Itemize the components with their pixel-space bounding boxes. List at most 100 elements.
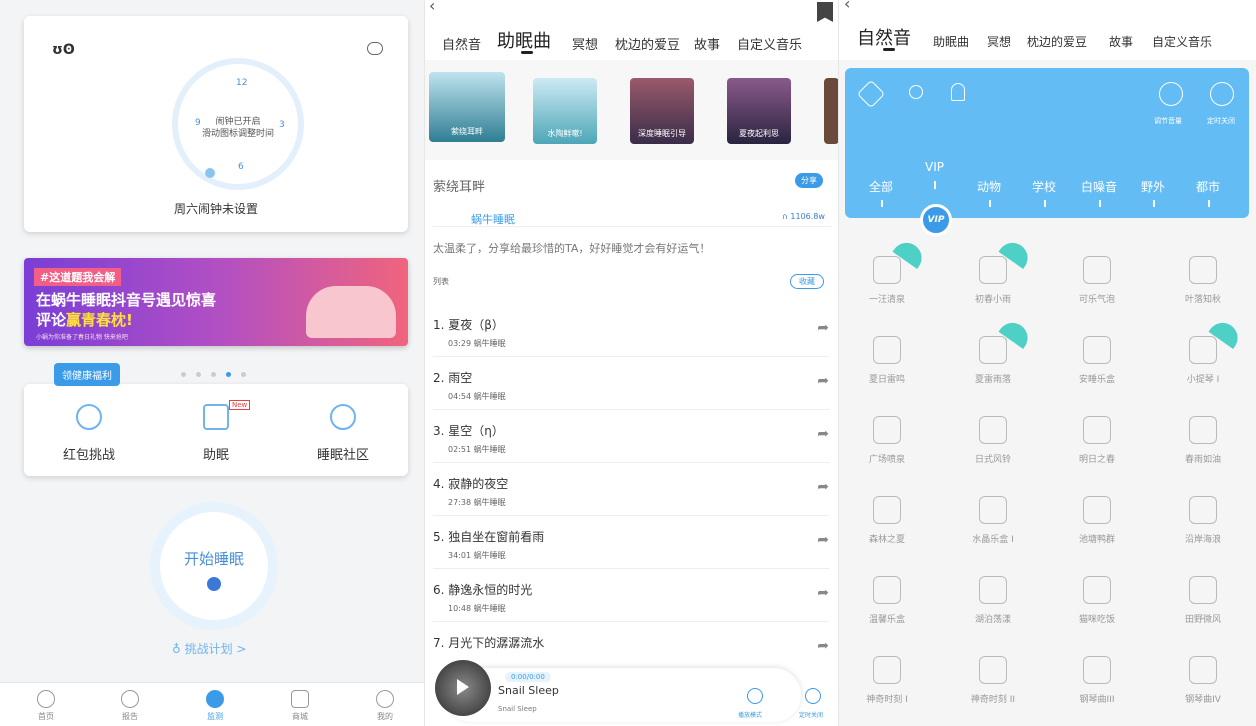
song-row[interactable]: 3. 星空（η） 02:51 蜗牛睡眠 ➦: [433, 410, 829, 463]
sound-item[interactable]: 春雨如油: [1151, 398, 1255, 478]
share-arrow-icon[interactable]: ➦: [817, 532, 829, 548]
tab-meditation[interactable]: 冥想: [572, 34, 598, 53]
timer-icon[interactable]: [805, 688, 821, 704]
album-card[interactable]: 水陶鲜嗽!: [533, 78, 597, 144]
play-mode-label[interactable]: 播放模式: [738, 710, 762, 719]
feature-red-packet[interactable]: 红包挑战: [24, 384, 154, 463]
repeat-icon[interactable]: [747, 688, 763, 704]
tab-shop[interactable]: 商城: [270, 690, 330, 722]
tab-sleep-music[interactable]: 助眠曲: [497, 27, 551, 53]
share-arrow-icon[interactable]: ➦: [817, 585, 829, 601]
share-arrow-icon[interactable]: ➦: [817, 638, 829, 654]
collect-button[interactable]: 收藏: [790, 274, 824, 289]
sound-item[interactable]: 钢琴曲IV: [1151, 638, 1255, 718]
sound-item[interactable]: 一汪清泉: [839, 237, 939, 318]
sound-item[interactable]: 森林之夏: [839, 478, 939, 558]
feature-sleep-aid[interactable]: 助眠 New: [151, 384, 281, 463]
tab-idol[interactable]: 枕边的爱豆: [615, 34, 680, 53]
sound-item[interactable]: 水晶乐盒 I: [941, 478, 1045, 558]
alarm-handle[interactable]: [205, 168, 215, 178]
sound-item[interactable]: 可乐气泡: [1045, 238, 1149, 318]
alarm-dial[interactable]: 12 3 6 9 闹钟已开启 滑动图标调整时间: [172, 58, 304, 190]
sound-item[interactable]: 安睡乐盒: [1045, 318, 1149, 398]
tab-monitor[interactable]: 监测: [185, 690, 245, 722]
song-row[interactable]: 2. 雨空 04:54 蜗牛睡眠 ➦: [433, 357, 829, 410]
promo-banner[interactable]: #这道题我会解 在蜗牛睡眠抖音号遇见惊喜 评论赢青春枕! 小蜗为你准备了春日礼物…: [24, 258, 408, 346]
sound-item[interactable]: 叶落知秋: [1151, 238, 1255, 318]
timer-label[interactable]: 定时关闭: [1207, 116, 1235, 126]
category-white-noise[interactable]: 白噪音: [1081, 178, 1117, 207]
song-row[interactable]: 6. 静逸永恒的时光 10:48 蜗牛睡眠 ➦: [433, 569, 829, 622]
feature-community[interactable]: 睡眠社区: [278, 384, 408, 463]
play-icon[interactable]: [457, 679, 469, 695]
share-arrow-icon[interactable]: ➦: [817, 479, 829, 495]
tab-story[interactable]: 故事: [1109, 33, 1133, 50]
song-row[interactable]: 1. 夏夜（β） 03:29 蜗牛睡眠 ➦: [433, 304, 829, 357]
back-arrow-icon[interactable]: ‹: [429, 0, 435, 15]
sound-item[interactable]: 猫咪吃饭: [1045, 558, 1149, 638]
share-arrow-icon[interactable]: ➦: [817, 426, 829, 442]
sound-item[interactable]: 夏雷雨落: [941, 317, 1045, 398]
tab-report[interactable]: 报告: [100, 690, 160, 722]
category-animal[interactable]: 动物: [977, 178, 1001, 207]
campfire-icon[interactable]: [951, 83, 965, 101]
sound-label: 叶落知秋: [1184, 295, 1221, 305]
album-card[interactable]: 深度睡眠引导: [630, 78, 694, 144]
volume-label[interactable]: 调节音量: [1154, 116, 1182, 126]
tab-nature[interactable]: 自然音: [442, 34, 481, 53]
tab-nature[interactable]: 自然音: [857, 24, 911, 50]
welfare-badge[interactable]: 领健康福利: [54, 363, 120, 386]
back-arrow-icon[interactable]: ‹: [844, 0, 850, 13]
mini-player[interactable]: 0:00/0:00 Snail Sleep Snail Sleep 播放模式: [435, 660, 801, 722]
start-sleep-button[interactable]: 开始睡眠: [160, 512, 268, 620]
player-cover[interactable]: [435, 660, 491, 716]
tab-custom-music[interactable]: 自定义音乐: [737, 34, 802, 53]
playlist-author[interactable]: 蜗牛睡眠: [471, 211, 515, 227]
share-button[interactable]: 分享: [795, 173, 823, 188]
sound-item[interactable]: 明日之春: [1045, 398, 1149, 478]
tab-sleep-music[interactable]: 助眠曲: [933, 33, 969, 50]
bookmark-icon[interactable]: [817, 2, 833, 22]
category-all[interactable]: 全部: [869, 178, 893, 207]
sound-item[interactable]: 神奇时刻 II: [941, 638, 1045, 718]
banner-pager[interactable]: [176, 362, 251, 381]
timer-label[interactable]: 定时关闭: [799, 710, 823, 719]
album-card-partial[interactable]: [824, 78, 838, 144]
sound-item[interactable]: 日式风铃: [941, 398, 1045, 478]
sound-item[interactable]: 钢琴曲III: [1045, 638, 1149, 718]
sound-item[interactable]: 池塘鸭群: [1045, 478, 1149, 558]
sound-item[interactable]: 温馨乐盒: [839, 558, 939, 638]
category-city[interactable]: 都市: [1196, 178, 1220, 207]
share-arrow-icon[interactable]: ➦: [817, 320, 829, 336]
tab-profile[interactable]: 我的: [355, 690, 415, 722]
sound-item[interactable]: 神奇时刻 I: [839, 638, 939, 718]
song-row[interactable]: 5. 独自坐在窗前看雨 34:01 蜗牛睡眠 ➦: [433, 516, 829, 569]
sound-item[interactable]: 广场喷泉: [839, 398, 939, 478]
volume-slider-icon[interactable]: [1159, 82, 1183, 106]
share-arrow-icon[interactable]: ➦: [817, 373, 829, 389]
song-row[interactable]: 4. 寂静的夜空 27:38 蜗牛睡眠 ➦: [433, 463, 829, 516]
album-card[interactable]: 萦绕耳畔: [429, 72, 505, 142]
category-outdoor[interactable]: 野外: [1141, 178, 1165, 207]
sound-label: 沿岸海浪: [1184, 535, 1221, 545]
sound-item[interactable]: 小提琴 I: [1151, 317, 1255, 398]
nature-sound-panel: ‹ 自然音 助眠曲 冥想 枕边的爱豆 故事 自定义音乐 调节音量 定时关闭 VI…: [838, 0, 1256, 726]
message-icon[interactable]: [367, 42, 383, 55]
sound-item[interactable]: 田野微风: [1151, 558, 1255, 638]
banner-line1: 在蜗牛睡眠抖音号遇见惊喜: [36, 291, 217, 309]
tab-idol[interactable]: 枕边的爱豆: [1027, 33, 1087, 50]
clock-icon[interactable]: [909, 85, 923, 99]
tab-meditation[interactable]: 冥想: [987, 33, 1011, 50]
plan-link[interactable]: ♁ 挑战计划 >: [172, 640, 246, 657]
sound-item[interactable]: 夏日雷鸣: [839, 318, 939, 398]
tab-home[interactable]: 首页: [16, 690, 76, 722]
album-card[interactable]: 夏夜起利思: [727, 78, 791, 144]
sleep-timer-icon[interactable]: [1210, 82, 1234, 106]
tab-story[interactable]: 故事: [694, 34, 720, 53]
sound-item[interactable]: 初春小雨: [941, 237, 1045, 318]
violin-icon[interactable]: [856, 79, 886, 109]
category-school[interactable]: 学校: [1032, 178, 1056, 207]
sound-item[interactable]: 沿岸海浪: [1151, 478, 1255, 558]
tab-custom-music[interactable]: 自定义音乐: [1152, 33, 1212, 50]
sound-item[interactable]: 湖泊荡漾: [941, 558, 1045, 638]
